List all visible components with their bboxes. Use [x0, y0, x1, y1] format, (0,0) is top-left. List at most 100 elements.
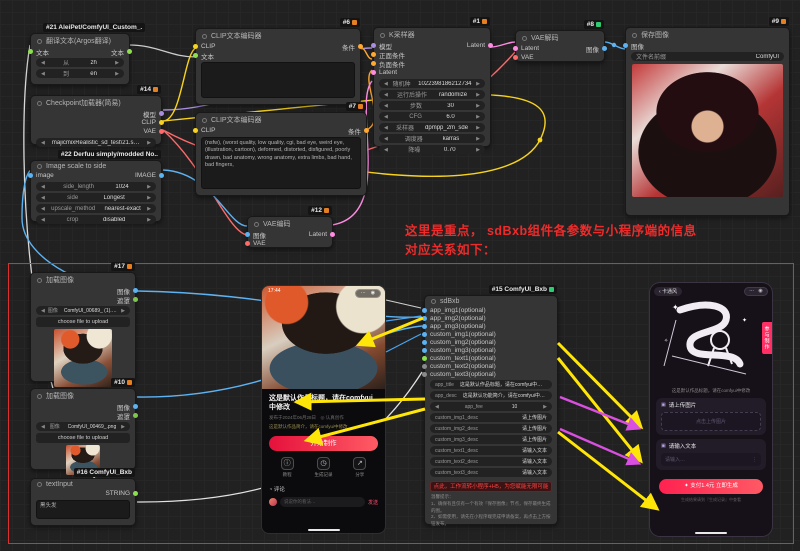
widget-sampler[interactable]: 采样器dpmpp_2m_sde	[379, 123, 485, 132]
output-port-string[interactable]: STRING	[105, 490, 129, 497]
widget-to[interactable]: 到en	[36, 69, 124, 78]
input-port-app-img3[interactable]: app_img3(optional)	[431, 323, 486, 330]
node-ksampler[interactable]: #1 K采样器 模型 Latent 正面条件 负面条件 Latent 随机种10…	[373, 27, 491, 147]
collapse-icon[interactable]	[37, 101, 42, 106]
output-port-text[interactable]: 文本	[111, 47, 123, 57]
node-header[interactable]: textInput	[31, 479, 135, 489]
widget-steps[interactable]: 步数30	[379, 101, 485, 110]
prompt-textarea[interactable]: (nsfw), (worst quality, low quality, cgi…	[201, 137, 361, 189]
upload-button[interactable]: choose file to upload	[36, 433, 130, 443]
input-port-latent[interactable]: Latent	[522, 45, 539, 52]
port-dot-icon[interactable]	[159, 173, 164, 178]
input-port-text[interactable]: 文本	[37, 47, 49, 57]
widget-app-fee[interactable]: app_fee10	[430, 402, 552, 411]
node-header[interactable]: CLIP文本编码器	[196, 29, 360, 42]
port-dot-icon[interactable]	[133, 404, 138, 409]
node-header[interactable]: VAE解码	[516, 31, 604, 44]
port-dot-icon[interactable]	[422, 372, 427, 377]
port-dot-icon[interactable]	[513, 46, 518, 51]
widget-crop[interactable]: cropdisabled	[36, 215, 156, 224]
port-dot-icon[interactable]	[193, 128, 198, 133]
input-port-negative[interactable]: 负面条件	[380, 59, 405, 69]
port-dot-icon[interactable]	[330, 232, 335, 237]
input-port-custom-img2[interactable]: custom_img2(optional)	[431, 339, 496, 346]
collapse-icon[interactable]	[37, 278, 42, 283]
port-dot-icon[interactable]	[422, 316, 427, 321]
text-input-field[interactable]: 请输入… ⋮	[661, 453, 761, 466]
widget-cfg[interactable]: CFG6.0	[379, 112, 485, 121]
input-port-custom-img1[interactable]: custom_img1(optional)	[431, 331, 496, 338]
node-vae-encode[interactable]: #12 VAE编码 图像 Latent VAE	[247, 216, 333, 248]
node-save-image[interactable]: #9 保存图像 图像 文件名前缀ComfyUI	[625, 27, 790, 216]
more-dots-icon[interactable]: ⋮	[752, 457, 757, 463]
input-port-clip[interactable]: CLIP	[202, 127, 215, 134]
input-port-custom-text2[interactable]: custom_text2(optional)	[431, 363, 496, 370]
widget-custom-img3-desc[interactable]: custom_img3_desc请上传图片	[430, 435, 552, 444]
collapse-icon[interactable]	[202, 34, 207, 39]
widget-custom-text2-desc[interactable]: custom_text2_desc请输入文本	[430, 457, 552, 466]
port-dot-icon[interactable]	[133, 491, 138, 496]
node-header[interactable]: Checkpoint加载器(简易)	[31, 96, 161, 109]
port-dot-icon[interactable]	[159, 111, 164, 116]
node-clip-encode-negative[interactable]: #7 CLIP文本编码器 CLIP 条件 (nsfw), (worst qual…	[195, 112, 367, 196]
node-header[interactable]: sdBxb	[425, 296, 557, 306]
port-dot-icon[interactable]	[371, 52, 376, 57]
node-vae-decode[interactable]: #8 VAE解码 Latent 图像 VAE	[515, 30, 605, 62]
port-dot-icon[interactable]	[193, 53, 198, 58]
input-port-clip[interactable]: CLIP	[202, 43, 215, 50]
input-port-image[interactable]: 图像	[632, 41, 644, 51]
port-dot-icon[interactable]	[602, 46, 607, 51]
port-dot-icon[interactable]	[127, 49, 132, 54]
collapse-icon[interactable]	[380, 33, 385, 38]
collapse-icon[interactable]	[37, 164, 42, 169]
node-header[interactable]: 保存图像	[626, 28, 789, 41]
port-dot-icon[interactable]	[28, 173, 33, 178]
widget-filename-prefix[interactable]: 文件名前缀ComfyUI	[631, 52, 784, 61]
output-port-clip[interactable]: CLIP	[142, 119, 155, 126]
port-dot-icon[interactable]	[422, 348, 427, 353]
widget-from[interactable]: 从zh	[36, 58, 124, 67]
widget-control-after-generate[interactable]: 运行后操作randomize	[379, 90, 485, 99]
ribbon-badge[interactable]: 参与制作	[762, 322, 772, 354]
share-icon[interactable]: ↗	[353, 457, 366, 470]
port-dot-icon[interactable]	[488, 43, 493, 48]
widget-app-title[interactable]: app_title这是默认作品标题，请在comfyui中修改	[430, 380, 552, 389]
publish-button[interactable]: 点此，工作流转小程序+H5，为您赋能无限可能	[430, 481, 552, 492]
port-dot-icon[interactable]	[422, 364, 427, 369]
port-dot-icon[interactable]	[371, 61, 376, 66]
output-port-vae[interactable]: VAE	[143, 128, 155, 135]
output-port-conditioning[interactable]: 条件	[348, 126, 360, 136]
port-dot-icon[interactable]	[159, 129, 164, 134]
upload-button[interactable]: choose file to upload	[36, 317, 130, 327]
widget-app-desc[interactable]: app_desc这是默认功能简介，请在comfyui中修改	[430, 391, 552, 400]
node-text-input[interactable]: #16 ComfyUI_Bxb textInput STRING 黑头发	[30, 478, 136, 526]
widget-custom-img2-desc[interactable]: custom_img2_desc请上传图片	[430, 424, 552, 433]
upload-dropzone[interactable]: 点击上传图片	[661, 412, 761, 431]
more-icon[interactable]: ⋯	[749, 289, 754, 294]
port-dot-icon[interactable]	[133, 297, 138, 302]
port-dot-icon[interactable]	[133, 288, 138, 293]
output-port-mask[interactable]: 遮罩	[117, 411, 129, 421]
input-port-image[interactable]: 图像	[254, 230, 266, 240]
port-dot-icon[interactable]	[422, 332, 427, 337]
collapse-icon[interactable]	[254, 222, 259, 227]
text-input-area[interactable]: 黑头发	[36, 500, 130, 519]
input-port-custom-img3[interactable]: custom_img3(optional)	[431, 347, 496, 354]
port-dot-icon[interactable]	[358, 44, 363, 49]
collapse-icon[interactable]	[632, 33, 637, 38]
output-port-image[interactable]: 图像	[586, 44, 598, 54]
widget-side-length[interactable]: side_length1024	[36, 182, 156, 191]
input-port-vae[interactable]: VAE	[254, 240, 266, 247]
widget-side[interactable]: sideLongest	[36, 193, 156, 202]
input-port-app-img2[interactable]: app_img2(optional)	[431, 315, 486, 322]
pay-generate-button[interactable]: ✦ 支付1.4元 立即生成	[659, 479, 764, 494]
loaded-image-preview[interactable]	[54, 329, 112, 387]
node-header[interactable]: K采样器	[374, 28, 490, 41]
port-dot-icon[interactable]	[193, 44, 198, 49]
clock-icon[interactable]: ◷	[317, 457, 330, 470]
widget-denoise[interactable]: 降噪0.70	[379, 145, 485, 154]
node-header[interactable]: CLIP文本编码器	[196, 113, 366, 126]
widget-upscale-method[interactable]: upscale_methodnearest-exact	[36, 204, 156, 213]
collapse-icon[interactable]	[37, 394, 42, 399]
back-button[interactable]: ‹ 卡通风	[654, 287, 682, 296]
